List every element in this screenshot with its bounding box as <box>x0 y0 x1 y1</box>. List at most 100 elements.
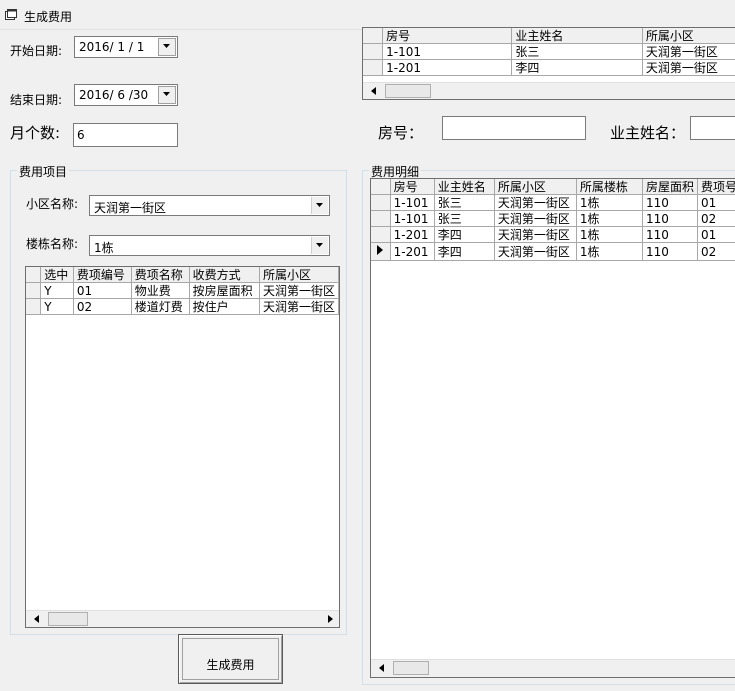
table-cell[interactable]: 物业费 <box>131 282 190 299</box>
table-row[interactable]: Y 02 楼道灯费 按住户 天润第一街区 <box>26 298 339 315</box>
table-cell[interactable]: 张三 <box>434 194 495 211</box>
column-header[interactable]: 房号 <box>382 28 513 44</box>
column-header[interactable]: 房屋面积 <box>642 179 698 195</box>
column-header[interactable]: 所属小区 <box>494 179 577 195</box>
scroll-thumb[interactable] <box>393 661 429 675</box>
table-cell[interactable]: 1-101 <box>382 43 513 60</box>
table-cell[interactable]: 天润第一街区 <box>494 226 577 243</box>
generate-fees-button[interactable]: 生成费用 <box>178 634 283 684</box>
column-header[interactable]: 费项号 <box>697 179 735 195</box>
fee-detail-horizontal-scrollbar[interactable] <box>371 659 735 677</box>
table-cell[interactable]: 1-101 <box>390 194 435 211</box>
table-cell[interactable]: 1栋 <box>576 194 643 211</box>
column-header[interactable]: 所属小区 <box>642 28 735 44</box>
building-dropdown-button[interactable] <box>311 237 328 254</box>
fee-items-grid[interactable]: 选中 费项编号 费项名称 收费方式 所属小区 Y 01 物业费 按房屋面积 天润… <box>25 266 340 628</box>
table-row[interactable]: 1-101 张三 天润第一街区 1栋 110 01 <box>371 194 735 211</box>
row-selector[interactable] <box>371 194 391 211</box>
start-date-picker[interactable]: 2016/ 1 / 1 <box>74 36 178 58</box>
table-cell[interactable]: 110 <box>642 194 698 211</box>
arrow-left-icon <box>34 615 39 623</box>
table-cell[interactable]: 1栋 <box>576 242 643 261</box>
owner-filter-input[interactable] <box>690 116 735 140</box>
table-row[interactable]: 1-201 李四 天润第一街区 1栋 110 02 <box>371 242 735 261</box>
table-cell[interactable]: 02 <box>697 210 735 227</box>
row-selector[interactable] <box>371 210 391 227</box>
column-header[interactable]: 房号 <box>390 179 435 195</box>
table-cell[interactable]: 110 <box>642 226 698 243</box>
table-row[interactable]: 1-101 张三 天润第一街区 1栋 110 02 <box>371 210 735 227</box>
scroll-right-button[interactable] <box>323 612 337 626</box>
column-header[interactable]: 所属小区 <box>259 267 339 283</box>
table-cell[interactable]: 01 <box>697 226 735 243</box>
table-cell[interactable]: 天润第一街区 <box>494 210 577 227</box>
table-cell[interactable]: 天润第一街区 <box>259 282 339 299</box>
owners-grid[interactable]: 房号 业主姓名 所属小区 1-101 张三 天润第一街区 1-201 李四 天润… <box>362 27 735 100</box>
table-cell[interactable]: 张三 <box>434 210 495 227</box>
row-selector[interactable] <box>363 59 384 76</box>
end-date-label: 结束日期: <box>10 93 63 107</box>
table-row[interactable]: 1-101 张三 天润第一街区 <box>363 43 735 60</box>
scroll-thumb[interactable] <box>385 84 431 98</box>
table-cell[interactable]: 1-201 <box>390 226 435 243</box>
table-cell[interactable]: 1-101 <box>390 210 435 227</box>
table-cell[interactable]: 按住户 <box>189 298 260 315</box>
row-selector[interactable] <box>26 298 42 315</box>
table-cell[interactable]: 02 <box>73 298 132 315</box>
table-cell[interactable]: 1栋 <box>576 210 643 227</box>
owners-horizontal-scrollbar[interactable] <box>363 82 735 99</box>
column-header[interactable]: 业主姓名 <box>511 28 643 44</box>
table-cell[interactable]: 1栋 <box>576 226 643 243</box>
scroll-thumb[interactable] <box>48 612 88 626</box>
table-cell[interactable]: 按房屋面积 <box>189 282 260 299</box>
window-icon <box>5 9 17 20</box>
scroll-left-button[interactable] <box>367 84 381 98</box>
column-header[interactable]: 费项编号 <box>73 267 132 283</box>
fee-items-table: 选中 费项编号 费项名称 收费方式 所属小区 Y 01 物业费 按房屋面积 天润… <box>26 267 339 315</box>
current-row-selector[interactable] <box>371 242 391 261</box>
row-selector[interactable] <box>26 282 42 299</box>
end-date-dropdown-button[interactable] <box>158 86 176 104</box>
table-cell[interactable]: 02 <box>697 242 735 261</box>
table-cell[interactable]: 1-201 <box>382 59 513 76</box>
table-cell[interactable]: 李四 <box>434 242 495 261</box>
column-header[interactable]: 所属楼栋 <box>576 179 643 195</box>
table-cell[interactable]: 天润第一街区 <box>494 194 577 211</box>
table-cell[interactable]: 01 <box>697 194 735 211</box>
table-cell[interactable]: 李四 <box>511 59 643 76</box>
community-select[interactable]: 天润第一街区 <box>89 195 330 216</box>
months-input[interactable]: 6 <box>73 123 178 147</box>
scroll-left-button[interactable] <box>375 661 389 675</box>
row-selector[interactable] <box>363 43 384 60</box>
table-cell[interactable]: 01 <box>73 282 132 299</box>
table-row[interactable]: Y 01 物业费 按房屋面积 天润第一街区 <box>26 282 339 299</box>
community-dropdown-button[interactable] <box>311 197 328 214</box>
table-cell[interactable]: 天润第一街区 <box>494 242 577 261</box>
scroll-left-button[interactable] <box>30 612 44 626</box>
fee-items-horizontal-scrollbar[interactable] <box>26 610 339 627</box>
column-header[interactable]: 收费方式 <box>189 267 260 283</box>
current-row-indicator-icon <box>377 245 383 255</box>
end-date-picker[interactable]: 2016/ 6 /30 <box>74 84 178 106</box>
fee-detail-grid[interactable]: 房号 业主姓名 所属小区 所属楼栋 房屋面积 费项号 1-101 张三 天润第一… <box>370 178 735 678</box>
table-cell[interactable]: 110 <box>642 242 698 261</box>
column-header[interactable]: 费项名称 <box>131 267 190 283</box>
table-cell[interactable]: 张三 <box>511 43 643 60</box>
room-filter-input[interactable] <box>442 116 586 140</box>
table-row[interactable]: 1-201 李四 天润第一街区 1栋 110 01 <box>371 226 735 243</box>
table-cell[interactable]: 天润第一街区 <box>642 43 735 60</box>
table-cell[interactable]: Y <box>40 298 74 315</box>
start-date-dropdown-button[interactable] <box>158 38 176 56</box>
table-cell[interactable]: 天润第一街区 <box>259 298 339 315</box>
table-cell[interactable]: Y <box>40 282 74 299</box>
table-row[interactable]: 1-201 李四 天润第一街区 <box>363 59 735 76</box>
column-header[interactable]: 选中 <box>40 267 74 283</box>
table-cell[interactable]: 1-201 <box>390 242 435 261</box>
table-cell[interactable]: 李四 <box>434 226 495 243</box>
table-cell[interactable]: 楼道灯费 <box>131 298 190 315</box>
table-cell[interactable]: 110 <box>642 210 698 227</box>
building-select[interactable]: 1栋 <box>89 235 330 256</box>
table-cell[interactable]: 天润第一街区 <box>642 59 735 76</box>
row-selector[interactable] <box>371 226 391 243</box>
column-header[interactable]: 业主姓名 <box>434 179 495 195</box>
